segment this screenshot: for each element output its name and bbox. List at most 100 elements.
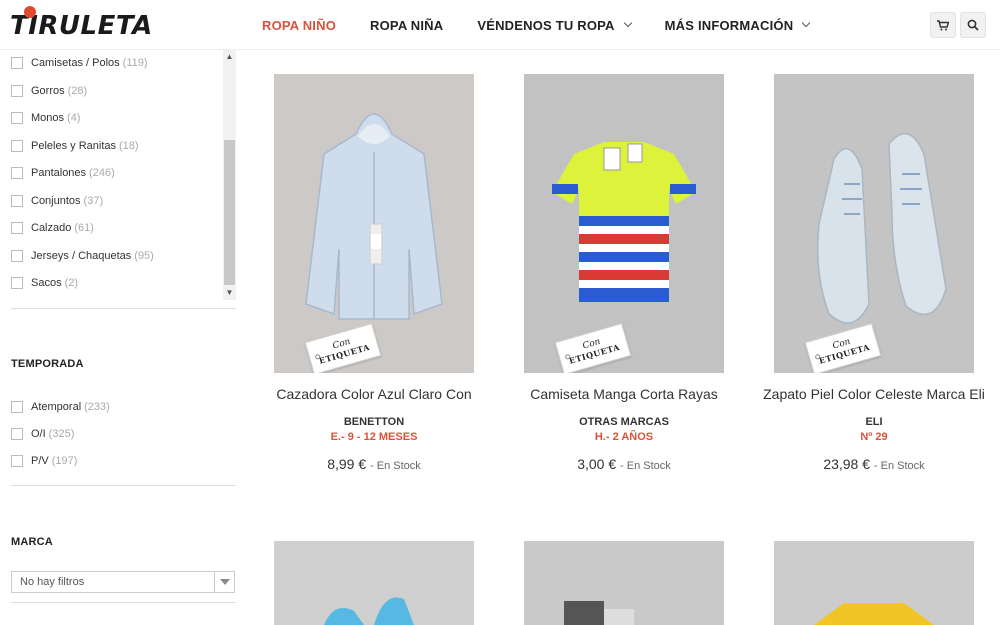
checkbox[interactable] (11, 222, 23, 234)
chevron-down-icon[interactable] (214, 572, 234, 592)
search-icon (967, 19, 979, 31)
cart-icon (937, 19, 949, 30)
product-image[interactable] (774, 541, 974, 625)
product-brand: BENETTON (343, 416, 405, 428)
category-filter-item[interactable]: Monos (4) (11, 108, 80, 128)
product-size: E.- 9 - 12 MESES (330, 431, 418, 443)
category-filter-item[interactable]: Camisetas / Polos (119) (11, 53, 148, 73)
season-filter-item[interactable]: Atemporal (233) (11, 397, 110, 417)
filter-label: Sacos (31, 277, 62, 289)
filter-label: Calzado (31, 222, 72, 234)
product-size: Nº 29 (860, 431, 888, 443)
brand-select-value: No hay filtros (20, 576, 85, 588)
filter-label: Jerseys / Chaquetas (31, 250, 132, 262)
filter-label: O/I (31, 428, 46, 440)
sweater-image (774, 541, 974, 625)
scrollbar-thumb[interactable] (224, 140, 235, 285)
nav-label: ROPA NIÑA (370, 17, 444, 33)
brand-filter-title: MARCA (11, 536, 53, 548)
filter-count: (61) (74, 222, 94, 234)
category-filter-item[interactable]: Pantalones (246) (11, 163, 115, 183)
checkbox[interactable] (11, 167, 23, 179)
filter-label: Pantalones (31, 167, 87, 179)
product-image[interactable] (524, 541, 724, 625)
nav-ropa-nino[interactable]: ROPA NIÑO (262, 18, 336, 33)
checkbox[interactable] (11, 428, 23, 440)
product-image[interactable]: Con ETIQUETA (524, 74, 724, 373)
product-price-row: 23,98 € - En Stock (749, 456, 999, 472)
divider (11, 485, 236, 486)
checkbox[interactable] (11, 140, 23, 152)
tshirt-image (524, 74, 724, 373)
product-stock: - En Stock (370, 460, 421, 472)
filter-count: (233) (84, 401, 110, 413)
product-brand: OTRAS MARCAS (579, 416, 669, 428)
nav-label: ROPA NIÑO (262, 17, 337, 33)
category-filter-item[interactable]: Peleles y Ranitas (18) (11, 136, 139, 156)
filter-count: (18) (119, 140, 139, 152)
scroll-up-icon[interactable]: ▲ (223, 51, 236, 63)
divider (11, 602, 236, 603)
product-card[interactable]: Con ETIQUETA Cazadora Color Azul Claro C… (249, 74, 499, 484)
category-filter-list: Camisetas / Polos (119) Gorros (28) Monos(… (0, 50, 236, 300)
category-filter-item[interactable]: Gorros (28) (11, 81, 87, 101)
filter-label: Monos (31, 112, 65, 124)
product-image[interactable] (274, 541, 474, 625)
filter-label: P/V (31, 455, 49, 467)
jacket-image (274, 74, 474, 373)
filter-count: (28) (67, 85, 88, 97)
season-filter-item[interactable]: P/V (197) (11, 451, 77, 471)
checkbox[interactable] (11, 401, 23, 413)
product-size: H.- 2 AÑOS (594, 431, 654, 443)
filter-label: Conjuntos (31, 195, 81, 207)
nav-label: MÁS INFORMACIÓN (664, 17, 794, 33)
filter-count: (325) (48, 428, 75, 440)
category-scrollbar[interactable]: ▲ ▼ (223, 50, 236, 300)
filters-sidebar: Camisetas / Polos (119) Gorros (28) Monos(… (0, 50, 250, 625)
scroll-down-icon[interactable]: ▼ (223, 287, 236, 299)
product-name[interactable]: Camiseta Manga Corta Rayas (499, 386, 749, 402)
product-price-row: 3,00 € - En Stock (499, 456, 749, 472)
checkbox[interactable] (11, 57, 23, 69)
category-filter-item[interactable]: Conjuntos (37) (11, 191, 103, 211)
checkbox[interactable] (11, 112, 23, 124)
checkbox[interactable] (11, 85, 23, 97)
filter-label: Atemporal (31, 401, 82, 413)
category-filter-item[interactable]: Sacos (2) (11, 273, 78, 293)
product-name[interactable]: Zapato Piel Color Celeste Marca Eli (749, 386, 999, 402)
category-filter-item[interactable]: Jerseys / Chaquetas (95) (11, 246, 154, 266)
divider (11, 308, 236, 309)
chevron-down-icon (802, 18, 811, 28)
product-name[interactable]: Cazadora Color Azul Claro Con (249, 386, 499, 402)
nav-mas-informacion[interactable]: MÁS INFORMACIÓN (664, 17, 811, 33)
checkbox[interactable] (11, 455, 23, 467)
filter-count: (197) (51, 455, 78, 467)
filter-count: (246) (89, 167, 115, 179)
nav-ropa-nina[interactable]: ROPA NIÑA (370, 18, 443, 33)
logo-dot-icon (24, 6, 36, 18)
season-filter-item[interactable]: O/I (325) (11, 424, 74, 444)
checkbox[interactable] (11, 277, 23, 289)
filter-label: Peleles y Ranitas (31, 140, 116, 152)
product-card[interactable]: Con ETIQUETA Camiseta Manga Corta Rayas … (499, 74, 749, 484)
cart-button[interactable] (930, 12, 956, 38)
product-price: 3,00 € (577, 456, 617, 472)
product-image[interactable]: Con ETIQUETA (774, 74, 974, 373)
main-nav: ROPA NIÑO ROPA NIÑA VÉNDENOS TU ROPA MÁS… (262, 0, 843, 50)
product-card[interactable]: Con ETIQUETA Zapato Piel Color Celeste M… (749, 74, 999, 484)
product-stock: - En Stock (620, 460, 671, 472)
checkbox[interactable] (11, 250, 23, 262)
brand-select[interactable]: No hay filtros (11, 571, 235, 593)
nav-vendenos[interactable]: VÉNDENOS TU ROPA (477, 17, 632, 33)
product-image[interactable]: Con ETIQUETA (274, 74, 474, 373)
filter-count: (119) (122, 57, 148, 69)
product-price-row: 8,99 € - En Stock (249, 456, 499, 472)
search-button[interactable] (960, 12, 986, 38)
product-price: 8,99 € (327, 456, 367, 472)
site-logo[interactable]: TIRULETA (10, 6, 153, 42)
category-filter-item[interactable]: Calzado (61) (11, 218, 94, 238)
checkbox[interactable] (11, 195, 23, 207)
filter-count: (2) (64, 277, 79, 289)
filter-count: (4) (67, 112, 81, 124)
nav-label: VÉNDENOS TU ROPA (477, 17, 615, 33)
